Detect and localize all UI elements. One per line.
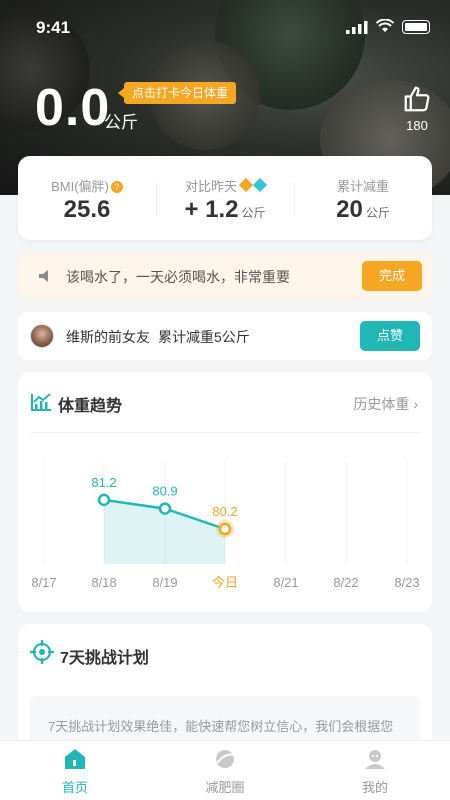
complete-button[interactable]: 完成 bbox=[362, 261, 422, 291]
x-tick-label: 今日 bbox=[212, 575, 238, 590]
data-point bbox=[158, 502, 172, 515]
divider bbox=[30, 432, 420, 433]
history-weight-link[interactable]: 历史体重 › bbox=[353, 394, 418, 414]
target-icon bbox=[30, 640, 54, 664]
tab-profile[interactable]: 我的 bbox=[300, 741, 450, 800]
status-bar: 9:41 bbox=[0, 0, 450, 52]
tab-profile-label: 我的 bbox=[361, 780, 388, 795]
thumbs-up-icon[interactable] bbox=[402, 84, 432, 114]
gem-orange-icon bbox=[238, 177, 254, 193]
like-count: 180 bbox=[406, 118, 428, 133]
compare-label: 对比昨天 bbox=[184, 179, 237, 194]
speaker-icon bbox=[39, 270, 48, 282]
total-value: 20 bbox=[336, 196, 363, 223]
home-icon bbox=[65, 749, 85, 769]
data-label: 80.9 bbox=[152, 484, 177, 499]
like-button[interactable]: 点赞 bbox=[360, 321, 420, 351]
stats-card: BMI(偏胖)? 25.6 对比昨天 + 1.2 公斤 累计减重 20 公斤 bbox=[18, 156, 432, 240]
total-loss-stat: 累计减重 20 公斤 bbox=[294, 156, 432, 240]
plan-description: 7天挑战计划效果绝佳，能快速帮您树立信心，我们会根据您 bbox=[48, 719, 394, 734]
gem-blue-icon bbox=[252, 177, 268, 193]
checkin-weight-button[interactable]: 点击打卡今日体重 bbox=[117, 82, 237, 104]
battery-icon bbox=[402, 20, 430, 34]
tab-home[interactable]: 首页 bbox=[0, 741, 150, 800]
help-icon[interactable]: ? bbox=[110, 181, 123, 193]
profile-icon bbox=[365, 750, 385, 769]
tab-community-label: 减肥圈 bbox=[205, 780, 245, 795]
bmi-stat[interactable]: BMI(偏胖)? 25.6 bbox=[18, 156, 156, 240]
status-time: 9:41 bbox=[36, 18, 71, 37]
x-tick-label: 8/18 bbox=[91, 575, 116, 590]
x-tick-label: 8/17 bbox=[31, 575, 56, 590]
tab-community[interactable]: 减肥圈 bbox=[150, 741, 300, 800]
total-label: 累计减重 bbox=[336, 179, 389, 194]
friend-message: 累计减重5公斤 bbox=[158, 329, 250, 345]
friend-name[interactable]: 维斯的前女友 bbox=[66, 329, 150, 345]
reminder-text: 该喝水了，一天必须喝水，非常重要 bbox=[66, 269, 290, 285]
avatar[interactable] bbox=[30, 324, 54, 348]
weight-trend-chart: 81.2 80.9 80.2 8/17 8/18 8/19 今日 8/21 8/22 8/23 bbox=[31, 462, 420, 590]
data-point bbox=[97, 493, 111, 507]
tab-home-label: 首页 bbox=[61, 780, 88, 795]
current-weight-value: 0.0 bbox=[35, 79, 111, 137]
data-point bbox=[218, 522, 232, 536]
circle-icon bbox=[216, 750, 234, 768]
x-tick-label: 8/19 bbox=[152, 575, 177, 590]
data-label: 80.2 bbox=[212, 504, 237, 519]
compare-unit: 公斤 bbox=[241, 206, 266, 220]
bmi-value: 25.6 bbox=[63, 196, 111, 223]
x-tick-label: 8/23 bbox=[394, 575, 419, 590]
weight-trend-card: 体重趋势 历史体重 › 81.2 80.9 80.2 8/17 8/18 8/19 今日 8/… bbox=[18, 372, 432, 612]
compare-stat: 对比昨天 + 1.2 公斤 bbox=[156, 156, 294, 240]
signal-icon bbox=[346, 21, 368, 34]
trend-chart-icon bbox=[31, 393, 51, 411]
bmi-label: BMI(偏胖) bbox=[51, 179, 109, 194]
x-tick-label: 8/22 bbox=[333, 575, 358, 590]
plan-title: 7天挑战计划 bbox=[60, 650, 149, 667]
trend-title: 体重趋势 bbox=[58, 398, 123, 415]
bottom-tab-bar: 首页 减肥圈 我的 bbox=[0, 740, 450, 800]
x-tick-label: 8/21 bbox=[273, 575, 298, 590]
wifi-icon bbox=[376, 19, 394, 32]
compare-value: + 1.2 bbox=[184, 196, 239, 223]
water-reminder-banner: 该喝水了，一天必须喝水，非常重要 完成 bbox=[18, 252, 432, 300]
total-unit: 公斤 bbox=[365, 206, 390, 220]
current-weight-unit: 公斤 bbox=[104, 113, 138, 132]
data-label: 81.2 bbox=[91, 475, 116, 490]
chevron-right-icon: › bbox=[413, 396, 418, 412]
friend-activity-banner: 维斯的前女友 累计减重5公斤 点赞 bbox=[18, 312, 432, 360]
